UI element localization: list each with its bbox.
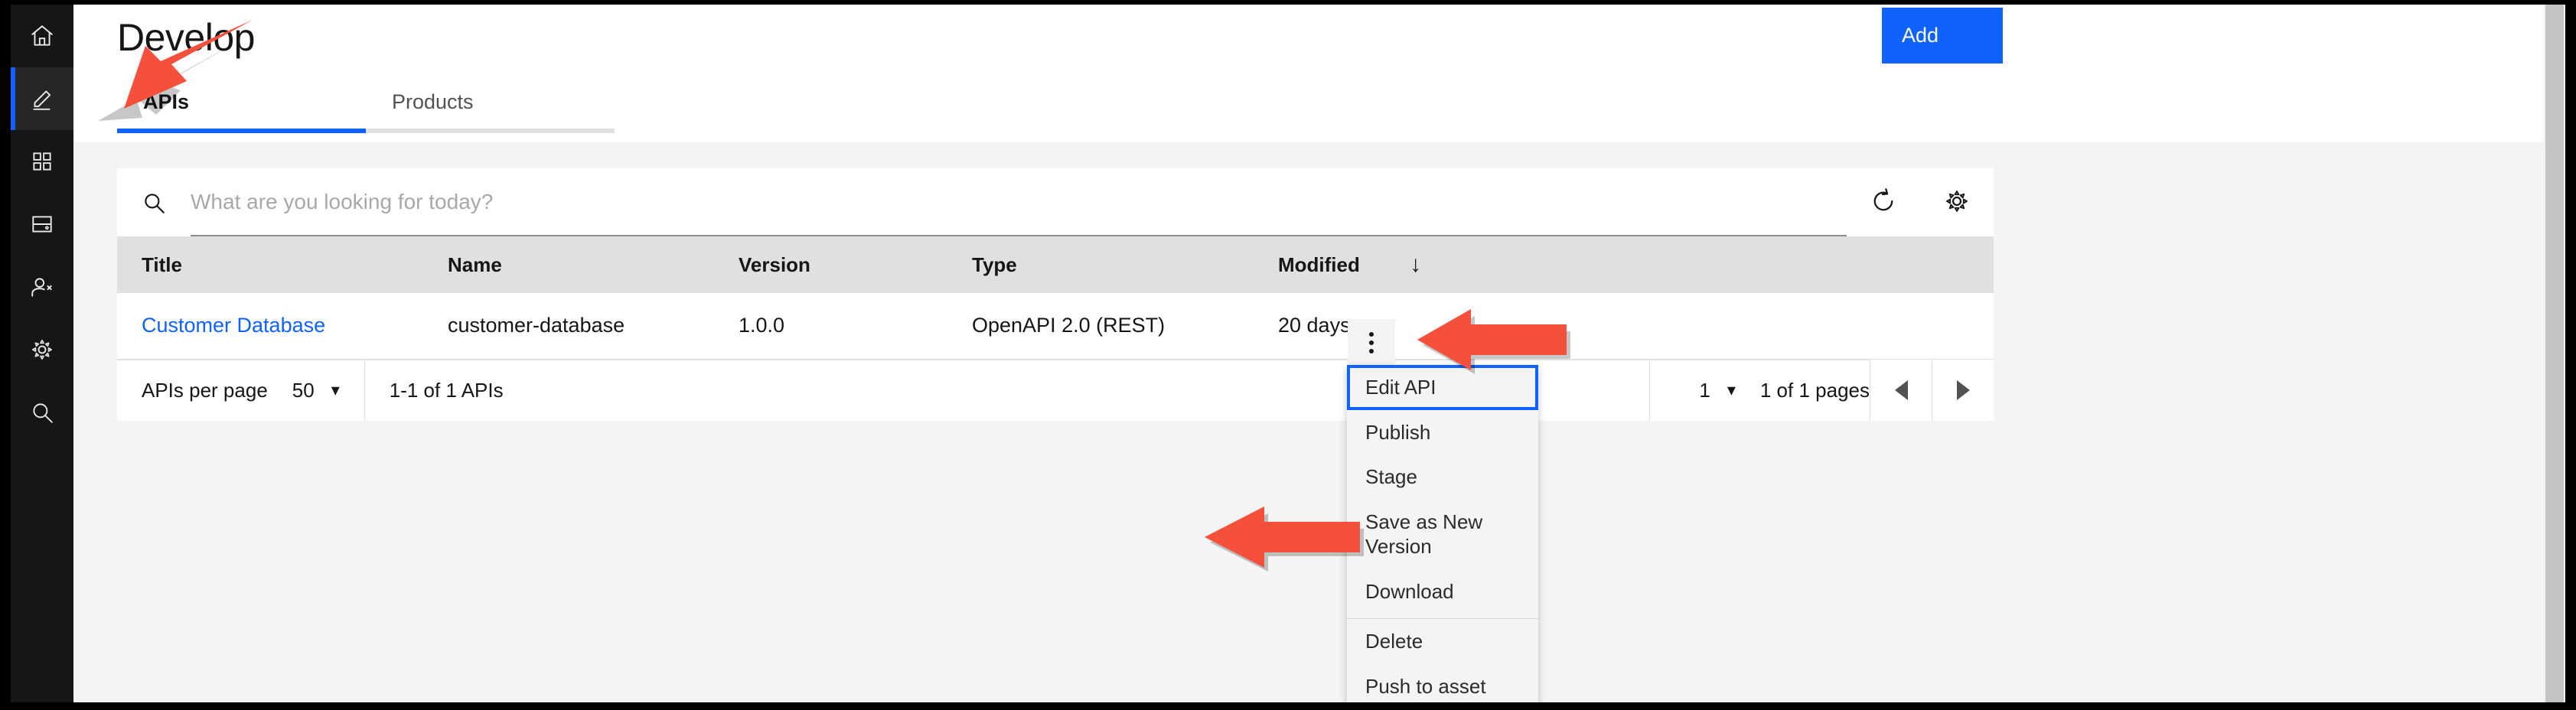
user-icon	[29, 274, 55, 300]
cell-version: 1.0.0	[714, 293, 947, 360]
gear-icon	[29, 337, 55, 363]
menu-item-push-to-asset-repository[interactable]: Push to asset repository	[1347, 664, 1538, 703]
tab-products[interactable]: Products	[366, 90, 615, 133]
api-title-link[interactable]: Customer Database	[142, 314, 325, 337]
tab-products-label: Products	[392, 90, 474, 113]
pagination-bar: APIs per page 50 ▾ 1-1 of 1 APIs 1 ▾ 1 o…	[117, 359, 1994, 421]
overflow-vertical-icon	[1369, 349, 1374, 353]
api-table: Title Name Version Type Modified ↓ Custo…	[117, 236, 1994, 360]
tab-apis-label: APIs	[143, 90, 190, 113]
previous-page-button[interactable]	[1870, 360, 1932, 421]
cell-title: Customer Database	[117, 293, 423, 360]
sort-descending-icon[interactable]: ↓	[1410, 252, 1421, 277]
column-header-version[interactable]: Version	[714, 236, 947, 293]
pencil-icon	[29, 86, 55, 112]
chevron-down-icon: ▾	[1727, 380, 1736, 399]
gear-icon	[1943, 187, 1971, 217]
page-select-group: 1 ▾ 1 of 1 pages	[1650, 360, 1870, 421]
table-header-row: Title Name Version Type Modified ↓	[117, 236, 1994, 293]
sidebar-item-settings[interactable]	[11, 318, 73, 381]
cell-actions	[1560, 293, 1994, 360]
sidebar-item-catalog[interactable]	[11, 193, 73, 256]
chevron-down-icon: ▾	[331, 380, 340, 399]
search-icon	[117, 168, 191, 236]
sidebar-item-members[interactable]	[11, 256, 73, 318]
menu-item-edit-api[interactable]: Edit API	[1347, 365, 1538, 410]
refresh-button[interactable]	[1847, 168, 1920, 236]
search-toolbar	[117, 168, 1994, 236]
add-button[interactable]: Add	[1882, 8, 2003, 64]
menu-item-publish[interactable]: Publish	[1347, 410, 1538, 455]
home-icon	[29, 23, 55, 49]
search-input[interactable]	[191, 168, 1847, 236]
sidebar-item-develop[interactable]	[11, 67, 73, 130]
per-page-label: APIs per page	[142, 378, 268, 402]
database-icon	[29, 211, 55, 237]
cell-name: customer-database	[423, 293, 714, 360]
search-icon	[29, 399, 55, 425]
vertical-scrollbar[interactable]	[2544, 5, 2565, 702]
next-page-button[interactable]	[1932, 360, 1994, 421]
sidebar-item-search[interactable]	[11, 381, 73, 444]
tab-apis[interactable]: APIs	[117, 90, 366, 133]
column-header-type[interactable]: Type	[947, 236, 1254, 293]
overflow-vertical-icon	[1369, 340, 1374, 345]
cell-type: OpenAPI 2.0 (REST)	[947, 293, 1254, 360]
caret-left-icon	[1894, 380, 1908, 400]
menu-item-save-as-new-version[interactable]: Save as New Version	[1347, 500, 1538, 569]
per-page-group: APIs per page 50 ▾	[117, 360, 364, 421]
pages-total-label: 1 of 1 pages	[1759, 378, 1870, 402]
left-nav-rail	[11, 5, 73, 702]
page-title: Develop	[117, 16, 255, 59]
table-head: Title Name Version Type Modified ↓	[117, 236, 1994, 293]
api-table-card: Title Name Version Type Modified ↓	[117, 168, 1994, 421]
table-body: Customer Database customer-database 1.0.…	[117, 293, 1994, 360]
page-value: 1	[1699, 378, 1710, 402]
column-header-modified[interactable]: Modified ↓	[1254, 236, 1560, 293]
per-page-select[interactable]: 50 ▾	[292, 379, 340, 402]
caret-right-icon	[1956, 380, 1970, 400]
grid-icon	[29, 148, 55, 174]
menu-item-download[interactable]: Download	[1347, 569, 1538, 614]
sidebar-item-home[interactable]	[11, 5, 73, 67]
item-range-label: 1-1 of 1 APIs	[389, 378, 504, 402]
app-window: Develop Add APIs Products What are you l…	[11, 5, 2565, 702]
table-settings-button[interactable]	[1920, 168, 1994, 236]
column-header-actions	[1560, 236, 1994, 293]
page-select[interactable]: 1 ▾	[1699, 379, 1736, 402]
row-overflow-menu-button[interactable]	[1348, 319, 1395, 366]
refresh-icon	[1870, 187, 1897, 217]
scrollbar-thumb[interactable]	[2545, 5, 2564, 702]
row-overflow-menu: Edit API Publish Stage Save as New Versi…	[1347, 365, 1538, 702]
tab-bar: APIs Products	[117, 90, 615, 133]
cell-modified: 20 days ago	[1254, 293, 1560, 360]
table-row[interactable]: Customer Database customer-database 1.0.…	[117, 293, 1994, 360]
per-page-value: 50	[292, 378, 315, 402]
column-header-title[interactable]: Title	[117, 236, 423, 293]
menu-item-delete[interactable]: Delete	[1347, 619, 1538, 664]
main-content: Title Name Version Type Modified ↓	[73, 142, 2565, 702]
sidebar-item-manage[interactable]	[11, 130, 73, 193]
page-header: Develop Add APIs Products	[73, 5, 2565, 142]
column-header-name[interactable]: Name	[423, 236, 714, 293]
overflow-vertical-icon	[1369, 332, 1374, 337]
column-header-modified-label: Modified	[1278, 253, 1360, 276]
menu-item-stage[interactable]: Stage	[1347, 454, 1538, 500]
range-label-group: 1-1 of 1 APIs	[365, 360, 504, 421]
